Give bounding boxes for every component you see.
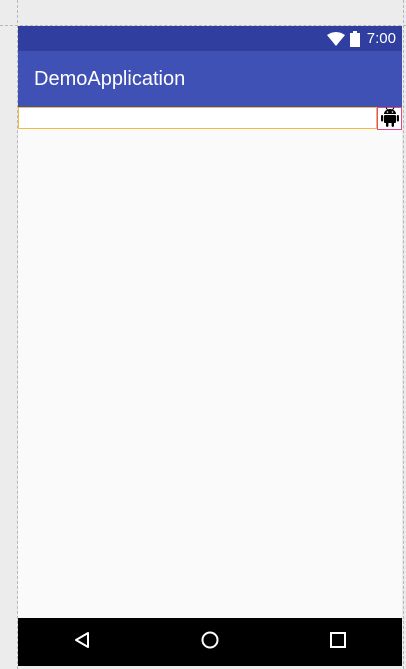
app-title: DemoApplication xyxy=(34,67,186,90)
battery-icon xyxy=(349,30,360,47)
text-input[interactable] xyxy=(18,107,377,129)
back-button[interactable] xyxy=(58,618,106,666)
back-icon xyxy=(73,631,91,654)
status-time: 7:00 xyxy=(366,30,396,47)
main-content xyxy=(18,107,402,618)
navigation-bar xyxy=(18,618,402,666)
recents-icon xyxy=(329,631,347,654)
device-screen: 7:00 DemoApplication xyxy=(18,26,402,666)
guide-line-right xyxy=(403,0,404,669)
recents-button[interactable] xyxy=(314,618,362,666)
android-icon xyxy=(380,107,399,130)
android-image-button[interactable] xyxy=(377,107,402,130)
wifi-icon xyxy=(326,31,345,46)
home-icon xyxy=(200,630,220,655)
status-bar: 7:00 xyxy=(18,26,402,51)
home-button[interactable] xyxy=(186,618,234,666)
layout-editor-canvas: 7:00 DemoApplication xyxy=(0,0,406,669)
app-bar: DemoApplication xyxy=(18,51,402,107)
